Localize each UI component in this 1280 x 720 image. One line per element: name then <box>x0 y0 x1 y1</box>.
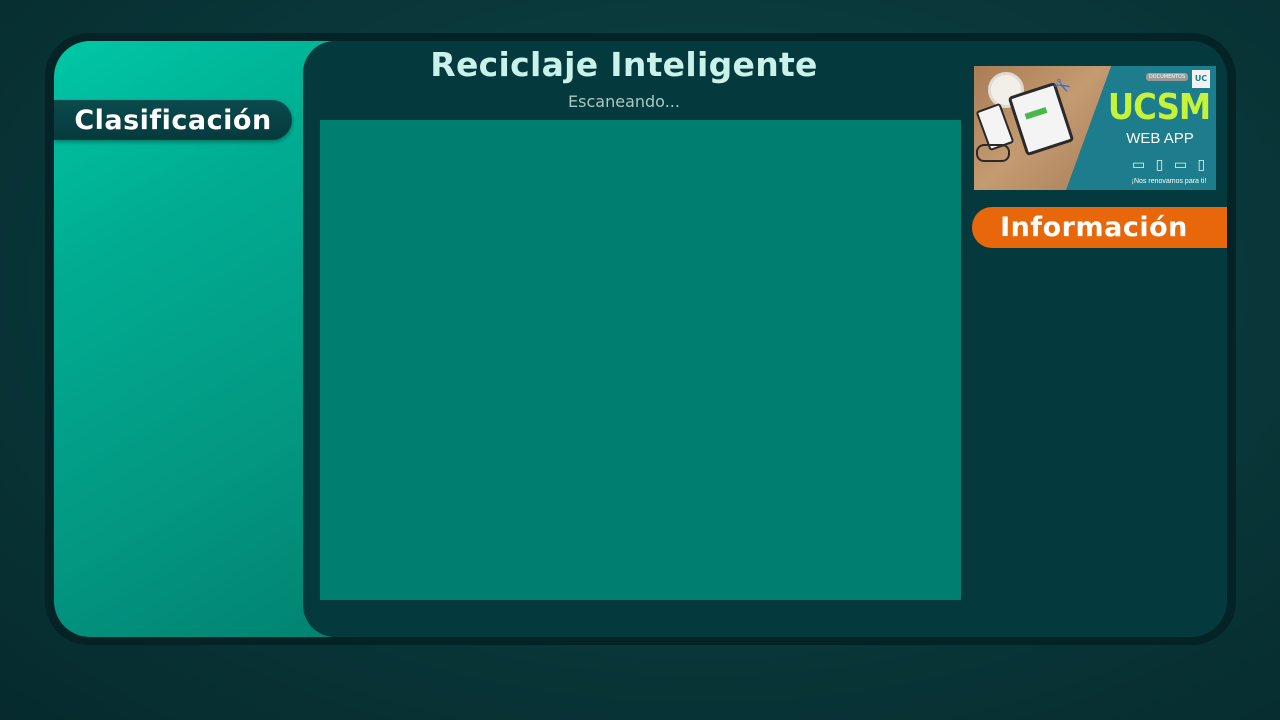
ucsm-web-app-banner[interactable]: ✂ DOCUMENTOS UC SM UCSM WEB APP ▭ ▯ ▭ ▯ … <box>974 66 1216 190</box>
page-title: Reciclaje Inteligente <box>430 45 818 84</box>
devices-icon: ▭ ▯ ▭ ▯ <box>1132 157 1209 173</box>
glasses-icon <box>976 144 1010 162</box>
app-content: Clasificación Reciclaje Inteligente Esca… <box>54 41 1227 637</box>
camera-scan-area <box>320 120 961 600</box>
ucsm-logo-icon: UC SM <box>1192 70 1210 101</box>
banner-brand: UCSM <box>1107 87 1211 128</box>
banner-subbrand: WEB APP <box>1126 130 1194 147</box>
scan-status-text: Escaneando... <box>568 92 680 111</box>
info-button-label: Información <box>1000 212 1188 243</box>
classification-header: Clasificación <box>54 100 292 140</box>
banner-top-label: DOCUMENTOS <box>1146 73 1188 81</box>
banner-tagline: ¡Nos renovamos para ti! <box>1131 178 1207 185</box>
app-window: Clasificación Reciclaje Inteligente Esca… <box>45 33 1236 645</box>
classification-panel: Clasificación <box>54 41 344 637</box>
info-button[interactable]: Información <box>972 207 1227 248</box>
classification-label: Clasificación <box>74 104 272 136</box>
